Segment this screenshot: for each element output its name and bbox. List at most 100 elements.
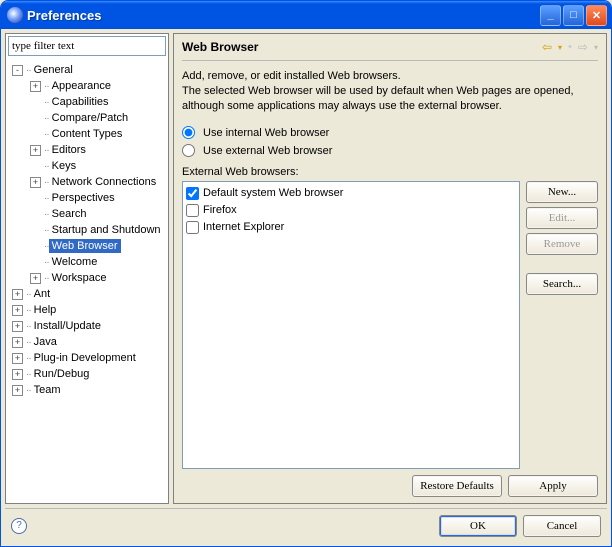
tree-item-label: Java: [31, 335, 60, 349]
page-description: Add, remove, or edit installed Web brows…: [182, 69, 598, 114]
tree-item-label: Help: [31, 303, 60, 317]
tree-leaf-icon: [30, 97, 41, 108]
tree-item-label: Search: [49, 207, 90, 221]
browser-checkbox[interactable]: [186, 221, 199, 234]
browser-label: Firefox: [203, 204, 237, 216]
tree-item[interactable]: ·· Capabilities: [8, 94, 166, 110]
search-button[interactable]: Search...: [526, 273, 598, 295]
tree-leaf-icon: [30, 113, 41, 124]
tree-item-label: Appearance: [49, 79, 114, 93]
radio-internal-label: Use internal Web browser: [203, 127, 329, 139]
maximize-button[interactable]: □: [563, 5, 584, 26]
expand-icon[interactable]: +: [12, 289, 23, 300]
radio-internal-browser[interactable]: Use internal Web browser: [182, 124, 598, 142]
expand-icon[interactable]: +: [12, 369, 23, 380]
tree-item[interactable]: ·· Startup and Shutdown: [8, 222, 166, 238]
new-button[interactable]: New...: [526, 181, 598, 203]
tree-item[interactable]: ·· Perspectives: [8, 190, 166, 206]
cancel-button[interactable]: Cancel: [523, 515, 601, 537]
ok-button[interactable]: OK: [439, 515, 517, 537]
edit-button: Edit...: [526, 207, 598, 229]
tree-item-label: Web Browser: [49, 239, 121, 253]
window-title: Preferences: [27, 8, 540, 23]
tree-item-label: Keys: [49, 159, 79, 173]
tree-item-label: Plug-in Development: [31, 351, 139, 365]
titlebar[interactable]: Preferences _ □ ✕: [1, 1, 611, 29]
tree-leaf-icon: [30, 225, 41, 236]
right-pane: Web Browser ⇦ ▾ • ⇨ ▾ Add, remove, or ed…: [173, 33, 607, 504]
expand-icon[interactable]: +: [12, 353, 23, 364]
close-button[interactable]: ✕: [586, 5, 607, 26]
tree-item-label: Capabilities: [49, 95, 112, 109]
app-icon: [7, 7, 23, 23]
tree-item[interactable]: +·· Help: [8, 302, 166, 318]
tree-item[interactable]: +·· Ant: [8, 286, 166, 302]
browser-item[interactable]: Firefox: [186, 202, 516, 219]
expand-icon[interactable]: +: [12, 321, 23, 332]
tree-item[interactable]: -·· General: [8, 62, 166, 78]
radio-external-label: Use external Web browser: [203, 145, 332, 157]
tree-item-label: Editors: [49, 143, 89, 157]
radio-internal-input[interactable]: [182, 126, 195, 139]
tree-item[interactable]: +·· Workspace: [8, 270, 166, 286]
expand-icon[interactable]: +: [30, 177, 41, 188]
tree-item-label: Perspectives: [49, 191, 118, 205]
help-icon[interactable]: ?: [11, 518, 27, 534]
forward-dropdown-icon: ▾: [594, 43, 598, 52]
tree-item[interactable]: +·· Network Connections: [8, 174, 166, 190]
forward-arrow-icon: ⇨: [578, 40, 588, 54]
apply-button[interactable]: Apply: [508, 475, 598, 497]
tree-leaf-icon: [30, 257, 41, 268]
preferences-window: Preferences _ □ ✕ -·· General+·· Appeara…: [0, 0, 612, 547]
tree-item-label: Startup and Shutdown: [49, 223, 164, 237]
tree-item-label: Run/Debug: [31, 367, 93, 381]
tree-item[interactable]: ·· Content Types: [8, 126, 166, 142]
tree-item[interactable]: ·· Keys: [8, 158, 166, 174]
browser-checkbox[interactable]: [186, 204, 199, 217]
tree-item-label: General: [31, 63, 76, 77]
browser-checkbox[interactable]: [186, 187, 199, 200]
tree-item[interactable]: +·· Install/Update: [8, 318, 166, 334]
expand-icon[interactable]: +: [12, 337, 23, 348]
tree-item[interactable]: +·· Plug-in Development: [8, 350, 166, 366]
tree-item[interactable]: ·· Compare/Patch: [8, 110, 166, 126]
preferences-tree[interactable]: -·· General+·· Appearance·· Capabilities…: [8, 60, 166, 501]
tree-item[interactable]: ·· Search: [8, 206, 166, 222]
restore-defaults-button[interactable]: Restore Defaults: [412, 475, 502, 497]
browser-item[interactable]: Default system Web browser: [186, 185, 516, 202]
expand-icon[interactable]: +: [30, 273, 41, 284]
tree-item-label: Welcome: [49, 255, 101, 269]
minimize-button[interactable]: _: [540, 5, 561, 26]
expand-icon[interactable]: +: [12, 305, 23, 316]
tree-item[interactable]: ·· Web Browser: [8, 238, 166, 254]
browser-label: Default system Web browser: [203, 187, 343, 199]
browser-item[interactable]: Internet Explorer: [186, 219, 516, 236]
tree-item-label: Ant: [31, 287, 54, 301]
back-dropdown-icon[interactable]: ▾: [558, 43, 562, 52]
tree-item[interactable]: ·· Welcome: [8, 254, 166, 270]
expand-icon[interactable]: +: [30, 145, 41, 156]
tree-leaf-icon: [30, 161, 41, 172]
radio-external-browser[interactable]: Use external Web browser: [182, 142, 598, 160]
external-browsers-list[interactable]: Default system Web browser Firefox Interne…: [182, 181, 520, 469]
remove-button: Remove: [526, 233, 598, 255]
tree-item-label: Team: [31, 383, 64, 397]
filter-input[interactable]: [8, 36, 166, 56]
collapse-icon[interactable]: -: [12, 65, 23, 76]
side-buttons: New... Edit... Remove Search...: [526, 181, 598, 469]
tree-item-label: Network Connections: [49, 175, 160, 189]
back-arrow-icon[interactable]: ⇦: [542, 40, 552, 54]
left-pane: -·· General+·· Appearance·· Capabilities…: [5, 33, 169, 504]
radio-external-input[interactable]: [182, 144, 195, 157]
tree-item[interactable]: +·· Appearance: [8, 78, 166, 94]
bottom-bar: ? OK Cancel: [5, 508, 607, 542]
page-title: Web Browser: [182, 40, 542, 54]
tree-item[interactable]: +·· Team: [8, 382, 166, 398]
expand-icon[interactable]: +: [30, 81, 41, 92]
nav-arrows: ⇦ ▾ • ⇨ ▾: [542, 40, 598, 54]
tree-item[interactable]: +·· Editors: [8, 142, 166, 158]
expand-icon[interactable]: +: [12, 385, 23, 396]
tree-leaf-icon: [30, 241, 41, 252]
tree-item[interactable]: +·· Run/Debug: [8, 366, 166, 382]
tree-item[interactable]: +·· Java: [8, 334, 166, 350]
